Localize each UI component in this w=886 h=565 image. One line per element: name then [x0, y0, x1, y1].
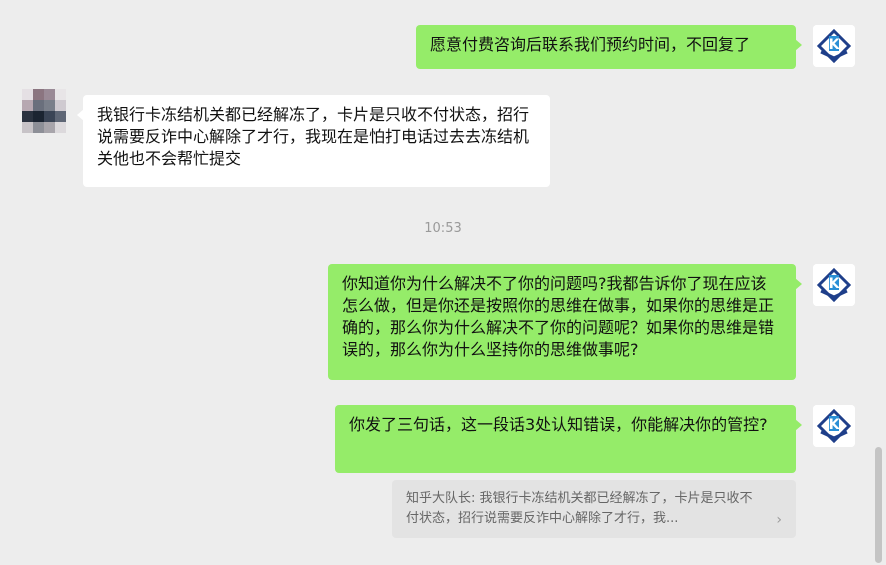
incoming-message-bubble[interactable]: 我银行卡冻结机关都已经解冻了，卡片是只收不付状态，招行说需要反诈中心解除了才行，…	[77, 95, 550, 187]
timestamp: 10:53	[424, 221, 462, 236]
message-text: 你知道你为什么解决不了你的问题吗?我都告诉你了现在应该怎么做，但是你还是按照你的…	[342, 274, 775, 359]
message-text: 你发了三句话，这一段话3处认知错误，你能解决你的管控?	[349, 415, 768, 434]
other-user-avatar[interactable]	[22, 89, 66, 133]
message-text: 我银行卡冻结机关都已经解冻了，卡片是只收不付状态，招行说需要反诈中心解除了才行，…	[97, 105, 530, 168]
svg-text:K: K	[829, 276, 841, 292]
svg-text:K: K	[829, 37, 841, 53]
outgoing-message-bubble[interactable]: 你知道你为什么解决不了你的问题吗?我都告诉你了现在应该怎么做，但是你还是按照你的…	[328, 264, 802, 380]
chevron-right-icon: ›	[776, 512, 782, 528]
k-logo-icon: K	[813, 264, 855, 306]
self-avatar[interactable]: K	[813, 25, 855, 67]
outgoing-message-bubble[interactable]: 愿意付费咨询后联系我们预约时间，不回复了	[416, 25, 802, 69]
scrollbar-track[interactable]	[872, 0, 886, 565]
quoted-text: 知乎大队长: 我银行卡冻结机关都已经解冻了，卡片是只收不付状态，招行说需要反诈中…	[406, 491, 753, 526]
k-logo-icon: K	[813, 405, 855, 447]
self-avatar[interactable]: K	[813, 405, 855, 447]
message-text: 愿意付费咨询后联系我们预约时间，不回复了	[430, 35, 751, 54]
scrollbar-thumb[interactable]	[875, 447, 882, 563]
outgoing-message-bubble[interactable]: 你发了三句话，这一段话3处认知错误，你能解决你的管控?	[335, 405, 802, 473]
self-avatar[interactable]: K	[813, 264, 855, 306]
quoted-message[interactable]: 知乎大队长: 我银行卡冻结机关都已经解冻了，卡片是只收不付状态，招行说需要反诈中…	[392, 480, 796, 538]
k-logo-icon: K	[813, 25, 855, 67]
svg-text:K: K	[829, 417, 841, 433]
